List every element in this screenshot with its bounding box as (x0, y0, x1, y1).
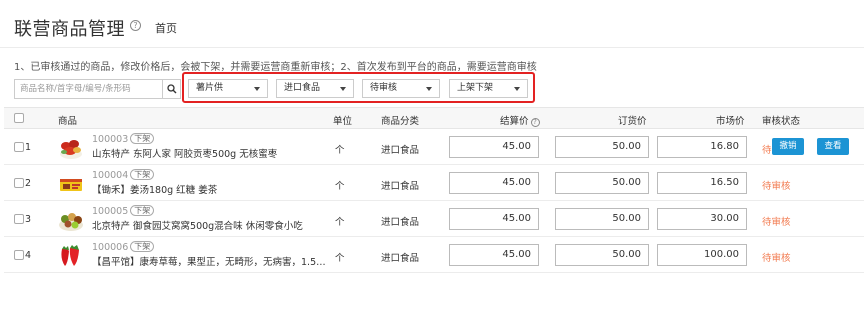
supplier-select-value: 薯片供 (196, 83, 224, 93)
chevron-down-icon (254, 87, 260, 91)
row-checkbox[interactable] (14, 214, 24, 224)
shelf-tag: 下架 (130, 205, 155, 216)
search-button[interactable] (162, 80, 180, 98)
main-panel: 联营商品管理 ? 首页 1、已审核通过的商品，修改价格后，会被下架，并需要运营商… (0, 0, 864, 322)
row-index: 3 (25, 214, 32, 225)
product-code-value: 100004 (92, 170, 129, 181)
header-category: 商品分类 (381, 116, 420, 127)
product-thumbnail-strawberries[interactable] (58, 243, 84, 269)
status-badge: 待审核 (762, 181, 791, 192)
row-checkbox[interactable] (14, 250, 24, 260)
product-code-value: 100006 (92, 242, 129, 253)
search-box (14, 79, 181, 99)
header-settle-price-label: 结算价 (500, 116, 529, 127)
shelf-tag: 下架 (130, 169, 155, 180)
table-row: 4 100006 下架 【昌平馆】康寿草莓，果型正，无畸形，无病害，1.5… 个 … (4, 238, 864, 273)
help-icon[interactable]: ? (130, 19, 141, 31)
settle-price-input[interactable]: 45.00 (449, 172, 539, 194)
row-checkbox[interactable] (14, 142, 24, 152)
row-checkbox[interactable] (14, 178, 24, 188)
market-price-input[interactable]: 16.80 (657, 136, 747, 158)
select-all-checkbox[interactable] (14, 113, 24, 123)
settle-price-input[interactable]: 45.00 (449, 136, 539, 158)
search-input[interactable] (15, 80, 162, 98)
table-row: 1 100003 下架 山东特产 东阿人家 阿胶贡枣500g 无核蜜枣 个 进口食… (4, 130, 864, 165)
order-price-input[interactable]: 50.00 (555, 244, 649, 266)
revoke-button[interactable]: 撤销 (772, 138, 804, 155)
header-audit-status: 审核状态 (762, 116, 801, 127)
chevron-down-icon (340, 87, 346, 91)
unit-cell: 个 (335, 181, 345, 192)
settle-price-input[interactable]: 45.00 (449, 244, 539, 266)
order-price-input[interactable]: 50.00 (555, 208, 649, 230)
header-unit: 单位 (333, 116, 353, 127)
header-settle-price: 结算价? (500, 113, 540, 127)
breadcrumb-home[interactable]: 首页 (155, 20, 177, 36)
product-thumbnail-ginger-tea[interactable] (58, 171, 84, 197)
product-code-value: 100005 (92, 206, 129, 217)
search-icon (166, 84, 176, 94)
title-divider (0, 47, 864, 48)
header-product: 商品 (58, 116, 78, 127)
order-price-input[interactable]: 50.00 (555, 172, 649, 194)
status-badge: 待审核 (762, 217, 791, 228)
market-price-input[interactable]: 100.00 (657, 244, 747, 266)
header-order-price: 订货价 (618, 116, 647, 127)
product-code: 100006 下架 (92, 241, 155, 253)
product-code: 100003 下架 (92, 133, 155, 145)
table-row: 2 100004 下架 【锄禾】姜汤180g 红糖 姜茶 个 进口食品 45.00… (4, 166, 864, 201)
settle-price-input[interactable]: 45.00 (449, 208, 539, 230)
order-price-input[interactable]: 50.00 (555, 136, 649, 158)
header-market-price: 市场价 (716, 116, 745, 127)
shelf-tag: 下架 (130, 133, 155, 144)
row-index: 4 (25, 250, 32, 261)
product-thumbnail-snacks[interactable] (58, 207, 84, 233)
product-name[interactable]: 【昌平馆】康寿草莓，果型正，无畸形，无病害，1.5… (92, 254, 326, 268)
product-name[interactable]: 【锄禾】姜汤180g 红糖 姜茶 (92, 182, 217, 196)
help-icon[interactable]: ? (530, 118, 540, 127)
shelf-status-select-value: 上架下架 (457, 83, 494, 93)
product-name[interactable]: 山东特产 东阿人家 阿胶贡枣500g 无核蜜枣 (92, 146, 277, 160)
audit-status-select[interactable]: 待审核 (362, 79, 440, 98)
audit-status-select-value: 待审核 (370, 83, 398, 93)
row-index: 1 (25, 142, 32, 153)
supplier-select[interactable]: 薯片供 (188, 79, 268, 98)
category-select[interactable]: 进口食品 (276, 79, 354, 98)
table-row: 3 100005 下架 北京特产 御食园艾窝窝500g混合味 休闲零食小吃 个 进… (4, 202, 864, 237)
product-code: 100004 下架 (92, 169, 155, 181)
table-header: 商品 单位 商品分类 结算价? 订货价 市场价 审核状态 (4, 107, 864, 129)
row-index: 2 (25, 178, 32, 189)
status-badge: 待审核 (762, 253, 791, 264)
market-price-input[interactable]: 16.50 (657, 172, 747, 194)
shelf-tag: 下架 (130, 241, 155, 252)
category-cell: 进口食品 (381, 253, 420, 264)
category-cell: 进口食品 (381, 217, 420, 228)
product-thumbnail-dates[interactable] (58, 135, 84, 161)
page-title: 联营商品管理 (14, 19, 125, 40)
product-code: 100005 下架 (92, 205, 155, 217)
market-price-input[interactable]: 30.00 (657, 208, 747, 230)
notice-text: 1、已审核通过的商品，修改价格后，会被下架，并需要运营商重新审核；2、首次发布到… (14, 62, 537, 73)
title-row: 联营商品管理 ? 首页 (14, 14, 177, 42)
category-select-value: 进口食品 (284, 83, 321, 93)
unit-cell: 个 (335, 253, 345, 264)
category-cell: 进口食品 (381, 145, 420, 156)
product-name[interactable]: 北京特产 御食园艾窝窝500g混合味 休闲零食小吃 (92, 218, 303, 232)
chevron-down-icon (426, 87, 432, 91)
category-cell: 进口食品 (381, 181, 420, 192)
unit-cell: 个 (335, 145, 345, 156)
unit-cell: 个 (335, 217, 345, 228)
product-code-value: 100003 (92, 134, 129, 145)
chevron-down-icon (514, 87, 520, 91)
shelf-status-select[interactable]: 上架下架 (449, 79, 528, 98)
view-button[interactable]: 查看 (817, 138, 849, 155)
